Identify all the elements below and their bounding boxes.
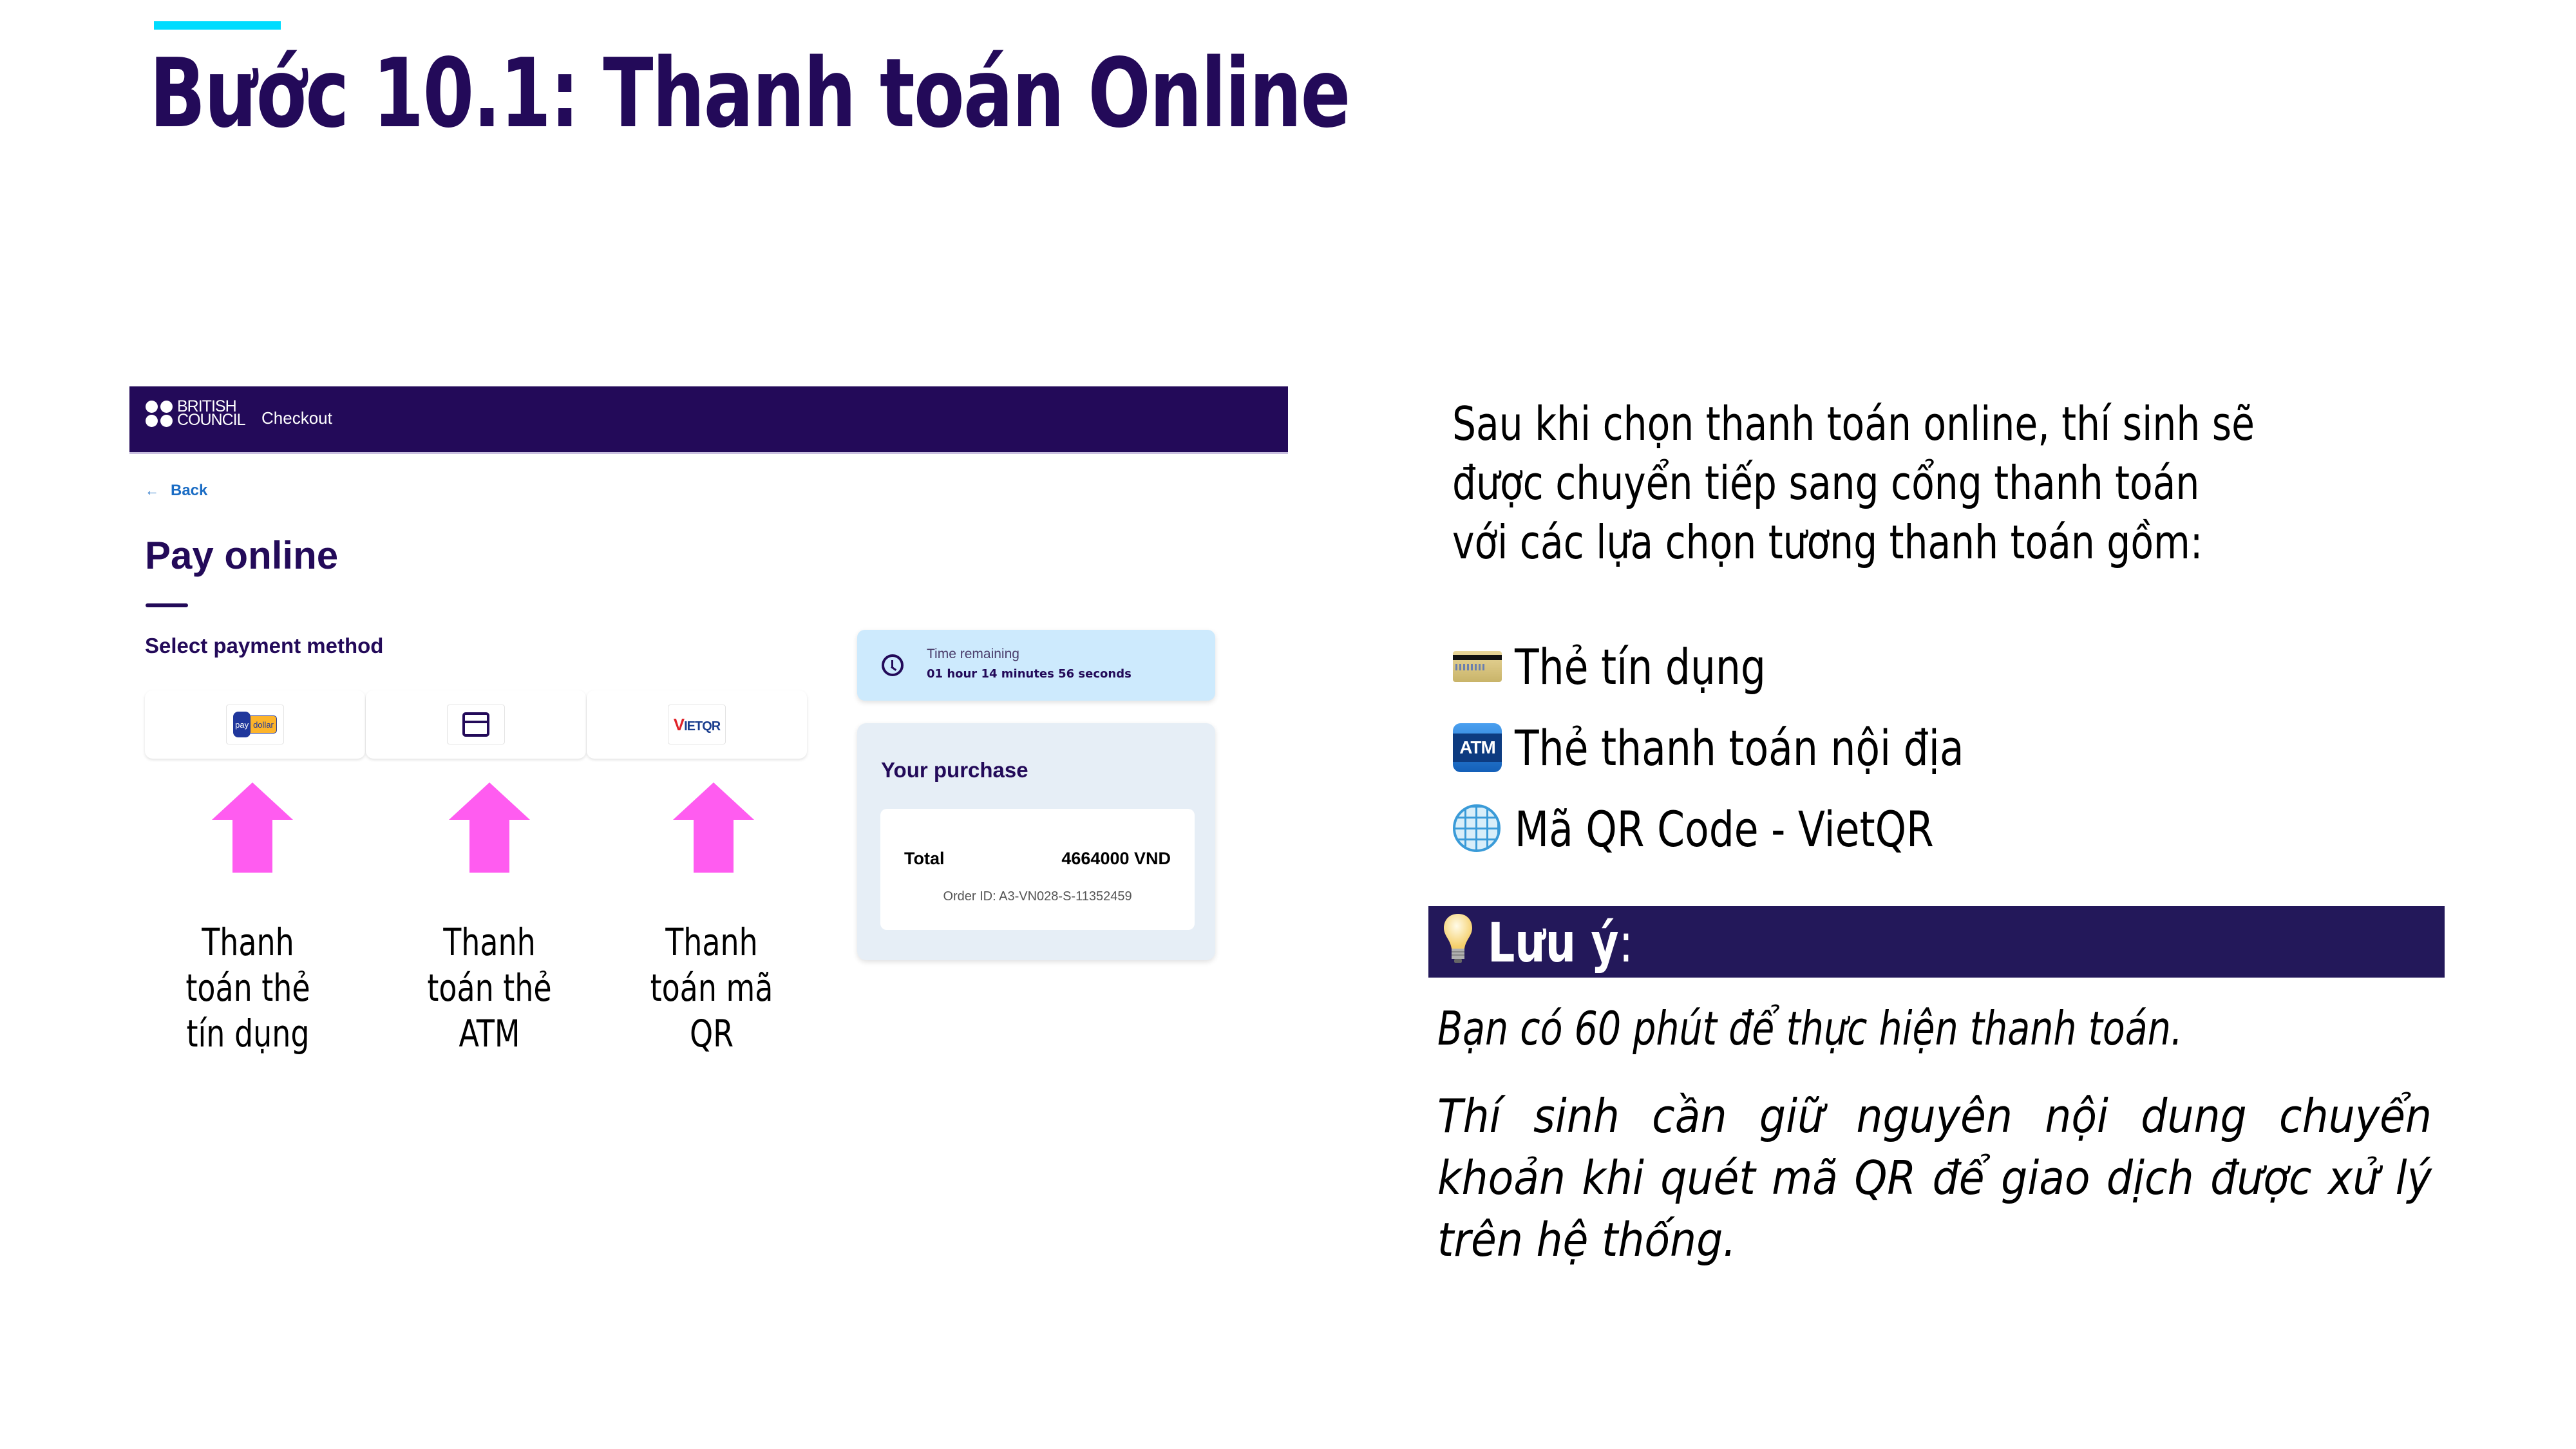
slide-title-text: Thanh toán Online	[578, 38, 1350, 149]
payment-options-list: Thẻ tín dụng ATM Thẻ thanh toán nội địa …	[1453, 626, 2014, 869]
arrow-left-icon: ←	[145, 482, 159, 498]
title-divider	[146, 603, 188, 607]
credit-card-icon	[462, 712, 489, 737]
intro-line: với các lựa chọn tương thanh toán gồm:	[1452, 515, 2203, 569]
method-label-atm: Thanh toán thẻ ATM	[427, 920, 552, 1056]
option-label: Thẻ thanh toán nội địa	[1515, 719, 1964, 777]
payment-method-paydollar[interactable]: pay dollar	[145, 690, 365, 759]
atm-icon-text: ATM	[1453, 734, 1502, 762]
arrow-up-icon	[212, 782, 293, 873]
vietqr-logo: VIETQR	[668, 705, 726, 744]
logo-dots-icon	[146, 400, 173, 427]
note-title-text: Lưu ý	[1488, 911, 1619, 974]
purchase-summary: Total 4664000 VND Order ID: A3-VN028-S-1…	[880, 809, 1195, 930]
paydollar-logo-pay: pay	[233, 712, 251, 737]
logo-text: BRITISH COUNCIL	[177, 399, 246, 429]
vietqr-logo-text: IETQR	[684, 719, 721, 734]
title-accent-bar	[154, 21, 281, 30]
time-remaining-value: 01 hour 14 minutes 56 seconds	[927, 667, 1132, 681]
note-paragraph-1: Bạn có 60 phút để thực hiện thanh toán.	[1437, 1001, 2183, 1056]
logo-line-2: COUNCIL	[177, 411, 246, 429]
british-council-logo[interactable]: BRITISH COUNCIL	[146, 399, 246, 429]
intro-line: Sau khi chọn thanh toán online, thí sinh…	[1452, 397, 2255, 451]
clock-icon	[882, 654, 904, 676]
method-label-qr: Thanh toán mã QR	[650, 920, 773, 1056]
note-title: Lưu ý:	[1488, 911, 1633, 974]
intro-line: được chuyển tiếp sang cổng thanh toán	[1452, 456, 2200, 510]
globe-icon	[1453, 804, 1501, 852]
arrow-up-icon	[449, 782, 530, 873]
option-label: Mã QR Code - VietQR	[1515, 800, 1934, 858]
option-vietqr: Mã QR Code - VietQR	[1453, 788, 2014, 869]
paydollar-logo: pay dollar	[226, 705, 284, 744]
slide-title-step: Bước 10.1:	[149, 38, 580, 149]
intro-text: Sau khi chọn thanh toán online, thí sinh…	[1452, 394, 2356, 572]
header-title: Checkout	[261, 408, 332, 428]
option-credit-card: Thẻ tín dụng	[1453, 626, 2014, 707]
card-logo	[447, 705, 505, 744]
back-link[interactable]: ← Back	[145, 482, 207, 500]
time-remaining-panel: Time remaining 01 hour 14 minutes 56 sec…	[857, 630, 1215, 701]
note-title-colon: :	[1618, 911, 1633, 974]
method-label-credit: Thanh toán thẻ tín dụng	[185, 920, 310, 1056]
total-label: Total	[904, 849, 945, 868]
page-title: Pay online	[145, 534, 339, 577]
section-label: Select payment method	[145, 634, 384, 658]
time-remaining-label: Time remaining	[927, 647, 1019, 661]
option-atm: ATM Thẻ thanh toán nội địa	[1453, 707, 2014, 788]
purchase-panel: Your purchase Total 4664000 VND Order ID…	[857, 723, 1215, 960]
back-label: Back	[171, 482, 208, 499]
total-value: 4664000 VND	[1061, 849, 1171, 868]
vietqr-logo-v: V	[673, 714, 685, 734]
option-label: Thẻ tín dụng	[1515, 638, 1766, 696]
payment-method-card[interactable]	[366, 690, 586, 759]
credit-card-icon	[1453, 651, 1502, 682]
slide-title: Bước 10.1: Thanh toán Online	[149, 43, 1350, 144]
light-bulb-icon	[1444, 914, 1472, 963]
arrow-up-icon	[673, 782, 754, 873]
paydollar-logo-dollar: dollar	[251, 715, 277, 734]
checkout-header: BRITISH COUNCIL Checkout	[129, 386, 1288, 454]
note-header: Lưu ý:	[1428, 906, 2445, 978]
note-paragraph-2: Thí sinh cần giữ nguyên nội dung chuyển …	[1437, 1089, 2432, 1267]
order-id: Order ID: A3-VN028-S-11352459	[943, 889, 1132, 904]
atm-icon: ATM	[1453, 723, 1502, 772]
payment-method-vietqr[interactable]: VIETQR	[587, 690, 807, 759]
purchase-title: Your purchase	[881, 758, 1028, 782]
